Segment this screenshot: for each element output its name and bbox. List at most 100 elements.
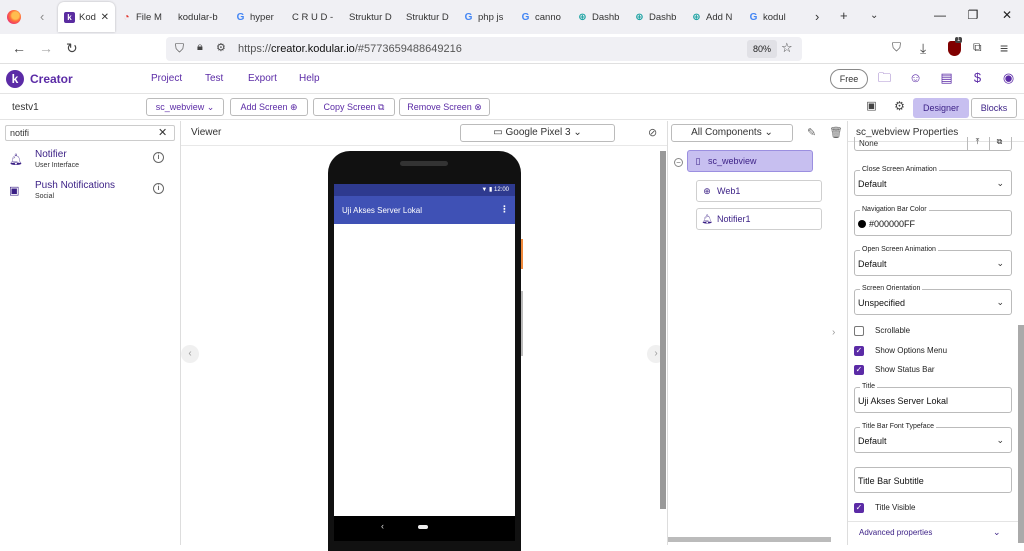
title-field[interactable]: Title Uji Akses Server Lokal: [854, 383, 1012, 413]
close-tab-icon[interactable]: ✕: [101, 12, 109, 23]
device-select-dropdown[interactable]: ▭ Google Pixel 3 ⌄: [460, 124, 615, 142]
lock-icon[interactable]: 🔒︎: [197, 41, 203, 54]
open-screen-animation-select[interactable]: Open Screen Animation Default ⌄: [854, 246, 1012, 276]
reload-icon[interactable]: ↻: [66, 40, 78, 57]
copy-screen-button[interactable]: Copy Screen ⧉: [313, 98, 395, 116]
add-screen-button[interactable]: Add Screen ⊕: [230, 98, 308, 116]
restore-icon[interactable]: ❐: [963, 8, 983, 22]
scroll-left-icon[interactable]: ‹: [181, 345, 199, 363]
open-file-icon[interactable]: ⧉: [989, 137, 1009, 150]
properties-scrollbar[interactable]: [1018, 325, 1024, 543]
title-bar-subtitle-field[interactable]: Title Bar Subtitle: [854, 467, 1012, 493]
dollar-icon[interactable]: $: [970, 70, 985, 85]
chevron-down-icon: ⌄: [996, 178, 1004, 188]
free-plan-button[interactable]: Free: [830, 69, 868, 89]
minimize-icon[interactable]: —: [930, 8, 950, 22]
new-tab-icon[interactable]: +: [840, 8, 848, 23]
tree-item-sc-webview[interactable]: ▯ sc_webview: [687, 150, 813, 172]
menu-test[interactable]: Test: [205, 73, 223, 84]
viewer-scrollbar[interactable]: [660, 151, 666, 509]
browser-tab[interactable]: G php js: [457, 2, 514, 32]
tab-scroll-right-icon[interactable]: ›: [815, 9, 819, 24]
browser-tab[interactable]: G kodul: [742, 2, 792, 32]
palette-search-input[interactable]: [5, 125, 175, 141]
tree-item-notifier1[interactable]: 🔔︎ Notifier1: [696, 208, 822, 230]
chevron-right-icon[interactable]: ›: [832, 327, 835, 338]
downloads-icon[interactable]: ⤓: [920, 40, 926, 57]
phone-screen[interactable]: ▼ ▮ 12:00 Uji Akses Server Lokal ⋮: [334, 184, 515, 516]
title-bar-font-typeface-select[interactable]: Title Bar Font Typeface Default ⌄: [854, 423, 1012, 453]
visibility-off-icon[interactable]: ⊘: [648, 126, 657, 139]
add-circle-icon: ⊕: [290, 102, 298, 112]
account-icon[interactable]: ◉: [1001, 70, 1016, 85]
browser-tab[interactable]: G hyper: [229, 2, 286, 32]
browser-tab[interactable]: G canno: [514, 2, 571, 32]
folder-add-icon[interactable]: 🗀︎: [877, 70, 892, 85]
menu-hamburger-icon[interactable]: ≡: [1000, 40, 1008, 56]
show-options-menu-checkbox[interactable]: ✓: [854, 346, 864, 356]
icon-field-partial[interactable]: None ⤒ ⧉: [854, 137, 1012, 151]
copy-icon: ⧉: [378, 102, 385, 112]
menu-export[interactable]: Export: [248, 73, 277, 84]
permissions-icon[interactable]: ⚙: [216, 41, 226, 54]
library-icon[interactable]: ▤: [939, 70, 954, 85]
shield-icon[interactable]: ⛉: [175, 41, 184, 56]
tab-list-chevron-down-icon[interactable]: ⌄: [870, 10, 878, 21]
browser-tab[interactable]: C R U D -: [286, 2, 343, 32]
zoom-badge[interactable]: 80%: [747, 40, 778, 58]
extensions-icon[interactable]: ⧉: [973, 40, 982, 55]
navigation-bar-color-field[interactable]: Navigation Bar Color #000000FF: [854, 206, 1012, 236]
scrollable-checkbox[interactable]: [854, 326, 864, 336]
collapse-icon[interactable]: −: [674, 158, 683, 167]
browser-tab[interactable]: Struktur D: [343, 2, 400, 32]
menu-help[interactable]: Help: [299, 73, 320, 84]
phone-power-button: [521, 239, 523, 269]
menu-project[interactable]: Project: [151, 73, 182, 84]
browser-tab-active[interactable]: k Kod ✕: [58, 2, 115, 32]
screen-orientation-select[interactable]: Screen Orientation Unspecified ⌄: [854, 285, 1012, 315]
screen-select-dropdown[interactable]: sc_webview ⌄: [146, 98, 224, 116]
title-visible-checkbox[interactable]: ✓: [854, 503, 864, 513]
delete-icon[interactable]: 🗑︎: [829, 126, 843, 139]
close-screen-animation-select[interactable]: Close Screen Animation Default ⌄: [854, 166, 1012, 196]
back-arrow-icon[interactable]: ←: [12, 40, 26, 56]
designer-tab[interactable]: Designer: [913, 98, 969, 118]
tree-horizontal-scrollbar[interactable]: [668, 537, 831, 542]
close-window-icon[interactable]: ✕: [997, 8, 1017, 22]
blocks-tab[interactable]: Blocks: [971, 98, 1017, 118]
upload-icon[interactable]: ⤒: [967, 137, 987, 150]
ublock-icon[interactable]: [948, 41, 961, 56]
gear-icon[interactable]: ⚙: [892, 99, 907, 114]
browser-tab[interactable]: ⊕ Add N: [685, 2, 742, 32]
kodular-logo-icon[interactable]: k: [6, 70, 24, 88]
edit-pencil-icon[interactable]: ✎: [807, 126, 816, 139]
browser-tab[interactable]: kodular-b: [172, 2, 229, 32]
more-vert-icon[interactable]: ⋮: [500, 204, 509, 215]
community-icon[interactable]: ☺: [908, 70, 923, 85]
tab-scroll-left-icon[interactable]: ‹: [40, 9, 44, 24]
pocket-icon[interactable]: ⛉: [892, 40, 901, 55]
forward-arrow-icon[interactable]: →: [39, 40, 53, 56]
palette-item-notifier[interactable]: 🔔︎ Notifier User Interface i: [0, 147, 181, 175]
gallery-icon[interactable]: ▣: [864, 99, 879, 114]
browser-tab[interactable]: ◔ File M: [115, 2, 172, 32]
component-filter-dropdown[interactable]: All Components ⌄: [671, 124, 793, 142]
brand-name[interactable]: Creator: [30, 72, 73, 86]
palette-item-push-notifications[interactable]: ▣ Push Notifications Social i: [0, 178, 181, 206]
close-icon[interactable]: ✕: [158, 126, 167, 139]
url-bar[interactable]: ⛉ 🔒︎ ⚙ https://creator.kodular.io/#57736…: [166, 37, 802, 61]
browser-tab[interactable]: ⊕ Dashb: [571, 2, 628, 32]
globe-icon: ⊕: [578, 11, 587, 23]
remove-screen-button[interactable]: Remove Screen ⊗: [399, 98, 490, 116]
bell-icon: 🔔︎: [701, 214, 713, 224]
tree-item-web1[interactable]: ⊕ Web1: [696, 180, 822, 202]
info-icon[interactable]: i: [153, 183, 164, 194]
info-icon[interactable]: i: [153, 152, 164, 163]
url-text[interactable]: https://creator.kodular.io/#577365948864…: [238, 43, 462, 55]
browser-tab[interactable]: Struktur D: [400, 2, 457, 32]
app-title-bar[interactable]: Uji Akses Server Lokal ⋮: [334, 196, 515, 224]
show-status-bar-checkbox[interactable]: ✓: [854, 365, 864, 375]
bookmark-star-icon[interactable]: ☆: [781, 40, 793, 56]
advanced-properties-toggle[interactable]: Advanced properties ⌄: [848, 521, 1018, 545]
browser-tab[interactable]: ⊕ Dashb: [628, 2, 685, 32]
